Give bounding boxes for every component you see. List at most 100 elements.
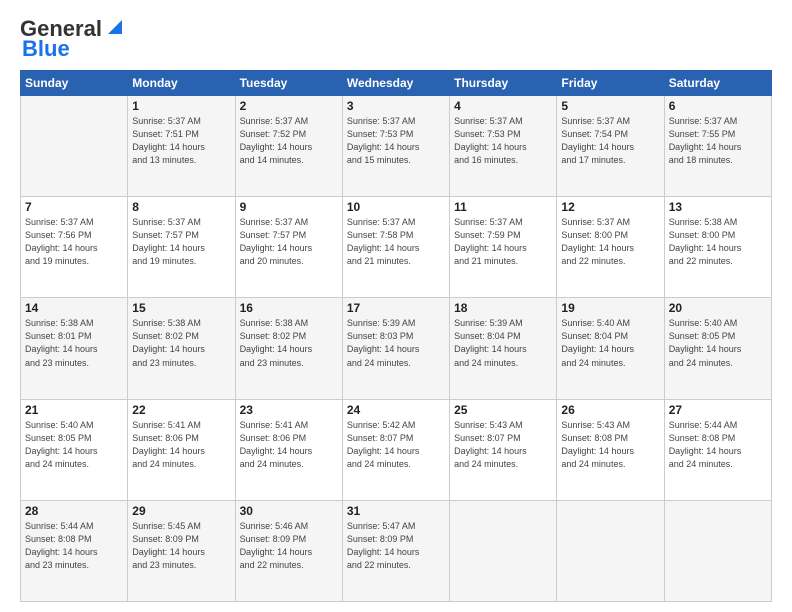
day-info: Sunrise: 5:43 AM Sunset: 8:07 PM Dayligh… [454,419,552,471]
day-info: Sunrise: 5:37 AM Sunset: 7:56 PM Dayligh… [25,216,123,268]
calendar-cell: 9Sunrise: 5:37 AM Sunset: 7:57 PM Daylig… [235,197,342,298]
day-number: 20 [669,301,767,315]
day-number: 1 [132,99,230,113]
day-number: 9 [240,200,338,214]
calendar-cell: 11 Sunrise: 5:37 AM Sunset: 7:59 PM Dayli… [450,197,557,298]
day-number: 10 [347,200,445,214]
day-number: 13 [669,200,767,214]
calendar-cell: 17Sunrise: 5:39 AM Sunset: 8:03 PM Dayli… [342,298,449,399]
calendar-cell: 30 Sunrise: 5:46 AM Sunset: 8:09 PM Dayli… [235,500,342,601]
weekday-header-tuesday: Tuesday [235,71,342,96]
day-number: 3 [347,99,445,113]
day-info: Sunrise: 5:37 AM Sunset: 8:00 PM Dayligh… [561,216,659,268]
calendar-cell: 22 Sunrise: 5:41 AM Sunset: 8:06 PM Dayli… [128,399,235,500]
calendar-cell: 6Sunrise: 5:37 AM Sunset: 7:55 PM Daylig… [664,96,771,197]
day-number: 11 [454,200,552,214]
calendar-week-row: 1 Sunrise: 5:37 AM Sunset: 7:51 PM Daylig… [21,96,772,197]
day-info: Sunrise: 5:37 AM Sunset: 7:54 PM Dayligh… [561,115,659,167]
calendar-cell: 18Sunrise: 5:39 AM Sunset: 8:04 PM Dayli… [450,298,557,399]
calendar-cell: 21Sunrise: 5:40 AM Sunset: 8:05 PM Dayli… [21,399,128,500]
day-info: Sunrise: 5:43 AM Sunset: 8:08 PM Dayligh… [561,419,659,471]
calendar-week-row: 21Sunrise: 5:40 AM Sunset: 8:05 PM Dayli… [21,399,772,500]
weekday-header-wednesday: Wednesday [342,71,449,96]
day-number: 16 [240,301,338,315]
calendar-table: SundayMondayTuesdayWednesdayThursdayFrid… [20,70,772,602]
calendar-cell: 10 Sunrise: 5:37 AM Sunset: 7:58 PM Dayli… [342,197,449,298]
calendar-cell: 5 Sunrise: 5:37 AM Sunset: 7:54 PM Daylig… [557,96,664,197]
day-info: Sunrise: 5:45 AM Sunset: 8:09 PM Dayligh… [132,520,230,572]
calendar-cell: 20 Sunrise: 5:40 AM Sunset: 8:05 PM Dayli… [664,298,771,399]
calendar-cell [664,500,771,601]
day-info: Sunrise: 5:37 AM Sunset: 7:53 PM Dayligh… [347,115,445,167]
day-info: Sunrise: 5:38 AM Sunset: 8:02 PM Dayligh… [240,317,338,369]
day-number: 7 [25,200,123,214]
day-number: 4 [454,99,552,113]
day-info: Sunrise: 5:40 AM Sunset: 8:04 PM Dayligh… [561,317,659,369]
day-info: Sunrise: 5:41 AM Sunset: 8:06 PM Dayligh… [240,419,338,471]
day-info: Sunrise: 5:37 AM Sunset: 7:57 PM Dayligh… [132,216,230,268]
weekday-header-thursday: Thursday [450,71,557,96]
day-number: 5 [561,99,659,113]
day-number: 6 [669,99,767,113]
logo-arrow-icon [104,16,126,38]
day-number: 28 [25,504,123,518]
day-info: Sunrise: 5:40 AM Sunset: 8:05 PM Dayligh… [669,317,767,369]
day-info: Sunrise: 5:37 AM Sunset: 7:59 PM Dayligh… [454,216,552,268]
day-number: 8 [132,200,230,214]
weekday-header-row: SundayMondayTuesdayWednesdayThursdayFrid… [21,71,772,96]
calendar-cell: 3 Sunrise: 5:37 AM Sunset: 7:53 PM Daylig… [342,96,449,197]
day-number: 30 [240,504,338,518]
day-number: 12 [561,200,659,214]
day-number: 25 [454,403,552,417]
day-number: 19 [561,301,659,315]
calendar-cell: 28 Sunrise: 5:44 AM Sunset: 8:08 PM Dayli… [21,500,128,601]
calendar-cell: 23 Sunrise: 5:41 AM Sunset: 8:06 PM Dayli… [235,399,342,500]
weekday-header-friday: Friday [557,71,664,96]
calendar-cell: 7 Sunrise: 5:37 AM Sunset: 7:56 PM Daylig… [21,197,128,298]
calendar-cell: 15Sunrise: 5:38 AM Sunset: 8:02 PM Dayli… [128,298,235,399]
day-info: Sunrise: 5:44 AM Sunset: 8:08 PM Dayligh… [669,419,767,471]
day-number: 24 [347,403,445,417]
day-number: 14 [25,301,123,315]
calendar-cell [557,500,664,601]
day-info: Sunrise: 5:39 AM Sunset: 8:04 PM Dayligh… [454,317,552,369]
logo-text-blue: Blue [22,36,70,62]
calendar-cell: 19 Sunrise: 5:40 AM Sunset: 8:04 PM Dayli… [557,298,664,399]
calendar-cell [21,96,128,197]
calendar-cell: 8 Sunrise: 5:37 AM Sunset: 7:57 PM Daylig… [128,197,235,298]
day-info: Sunrise: 5:38 AM Sunset: 8:01 PM Dayligh… [25,317,123,369]
day-number: 27 [669,403,767,417]
day-info: Sunrise: 5:39 AM Sunset: 8:03 PM Dayligh… [347,317,445,369]
logo: General Blue [20,16,126,62]
calendar-cell: 24 Sunrise: 5:42 AM Sunset: 8:07 PM Dayli… [342,399,449,500]
day-info: Sunrise: 5:44 AM Sunset: 8:08 PM Dayligh… [25,520,123,572]
calendar-cell: 16 Sunrise: 5:38 AM Sunset: 8:02 PM Dayli… [235,298,342,399]
calendar-week-row: 7 Sunrise: 5:37 AM Sunset: 7:56 PM Daylig… [21,197,772,298]
weekday-header-monday: Monday [128,71,235,96]
calendar-cell: 2Sunrise: 5:37 AM Sunset: 7:52 PM Daylig… [235,96,342,197]
header: General Blue [20,16,772,62]
calendar-cell: 12 Sunrise: 5:37 AM Sunset: 8:00 PM Dayli… [557,197,664,298]
calendar-week-row: 28 Sunrise: 5:44 AM Sunset: 8:08 PM Dayli… [21,500,772,601]
calendar-cell [450,500,557,601]
calendar-week-row: 14 Sunrise: 5:38 AM Sunset: 8:01 PM Dayli… [21,298,772,399]
weekday-header-saturday: Saturday [664,71,771,96]
day-info: Sunrise: 5:38 AM Sunset: 8:02 PM Dayligh… [132,317,230,369]
day-number: 22 [132,403,230,417]
day-info: Sunrise: 5:37 AM Sunset: 7:51 PM Dayligh… [132,115,230,167]
calendar-cell: 4 Sunrise: 5:37 AM Sunset: 7:53 PM Daylig… [450,96,557,197]
day-info: Sunrise: 5:37 AM Sunset: 7:53 PM Dayligh… [454,115,552,167]
weekday-header-sunday: Sunday [21,71,128,96]
day-number: 23 [240,403,338,417]
day-number: 29 [132,504,230,518]
day-info: Sunrise: 5:46 AM Sunset: 8:09 PM Dayligh… [240,520,338,572]
day-info: Sunrise: 5:37 AM Sunset: 7:58 PM Dayligh… [347,216,445,268]
calendar-cell: 14 Sunrise: 5:38 AM Sunset: 8:01 PM Dayli… [21,298,128,399]
day-info: Sunrise: 5:41 AM Sunset: 8:06 PM Dayligh… [132,419,230,471]
day-info: Sunrise: 5:42 AM Sunset: 8:07 PM Dayligh… [347,419,445,471]
calendar-cell: 27 Sunrise: 5:44 AM Sunset: 8:08 PM Dayli… [664,399,771,500]
day-number: 26 [561,403,659,417]
calendar-cell: 25 Sunrise: 5:43 AM Sunset: 8:07 PM Dayli… [450,399,557,500]
day-number: 31 [347,504,445,518]
day-number: 2 [240,99,338,113]
